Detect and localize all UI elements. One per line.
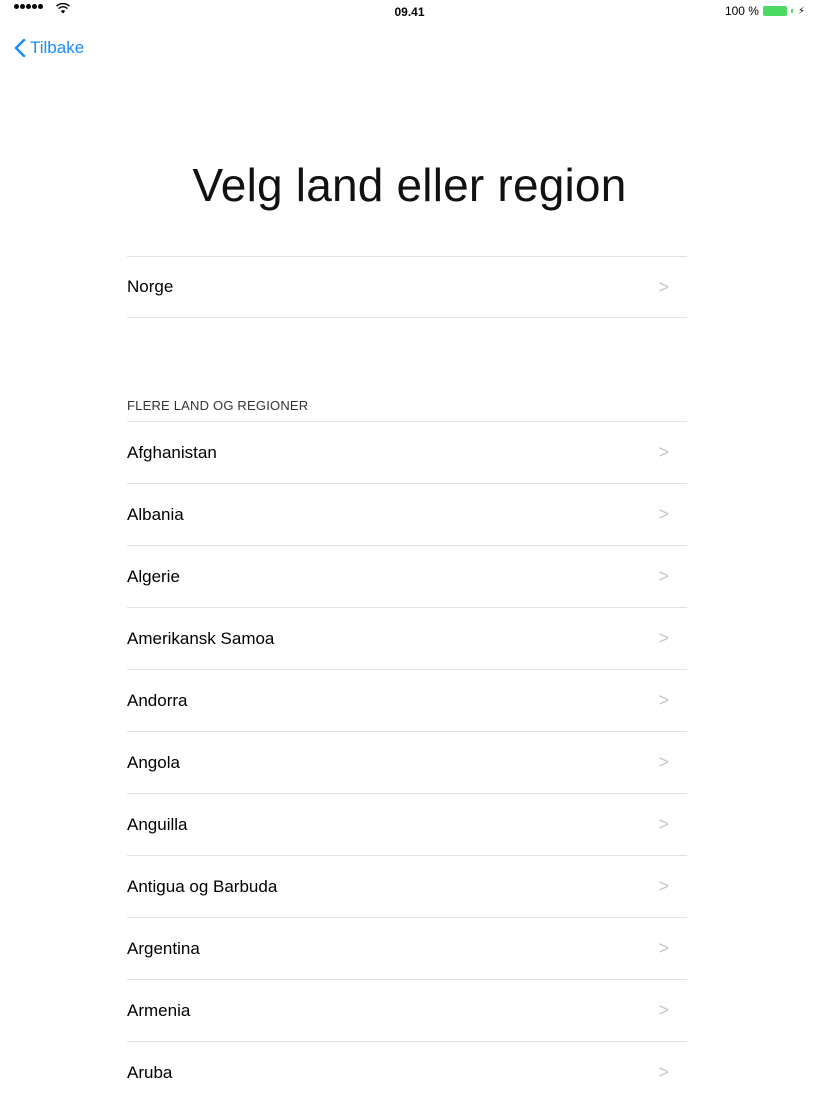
chevron-right-icon: >	[658, 1062, 669, 1082]
list-item[interactable]: Albania >	[127, 483, 687, 545]
back-label: Tilbake	[30, 38, 85, 57]
charging-bolt-icon: ⚡	[797, 5, 805, 17]
list-item-label: Norge	[127, 277, 174, 296]
current-region-list: Norge >	[127, 256, 687, 318]
list-item-label: Algerie	[127, 566, 180, 586]
list-item-label: Anguilla	[127, 814, 188, 834]
back-button[interactable]: Tilbake	[14, 38, 84, 58]
list-item[interactable]: Aruba >	[127, 1041, 687, 1103]
list-item-label: Andorra	[127, 690, 188, 710]
section-header: FLERE LAND OG REGIONER	[127, 398, 309, 413]
list-item-label: Argentina	[127, 938, 200, 958]
list-item-label: Aruba	[127, 1062, 173, 1082]
list-item[interactable]: Amerikansk Samoa >	[127, 607, 687, 669]
list-item[interactable]: Afghanistan >	[127, 421, 687, 483]
list-item-label: Albania	[127, 504, 184, 524]
battery-tip	[790, 9, 793, 13]
list-item-label: Antigua og Barbuda	[127, 876, 278, 896]
chevron-right-icon: >	[658, 504, 669, 524]
country-list: Afghanistan > Albania > Algerie > Amerikans…	[127, 421, 687, 1103]
list-item-label: Armenia	[127, 1000, 191, 1020]
list-item-label: Angola	[127, 752, 180, 772]
chevron-left-icon	[14, 39, 26, 57]
list-item[interactable]: Anguilla >	[127, 793, 687, 855]
chevron-right-icon: >	[658, 814, 669, 834]
list-item[interactable]: Armenia >	[127, 979, 687, 1041]
list-item[interactable]: Angola >	[127, 731, 687, 793]
battery-indicator: 100 % ⚡	[725, 4, 805, 18]
chevron-right-icon: >	[658, 690, 669, 710]
chevron-right-icon: >	[658, 876, 669, 896]
status-bar: 09.41 100 % ⚡	[0, 0, 819, 26]
list-item-norge[interactable]: Norge >	[127, 256, 687, 318]
chevron-right-icon: >	[658, 442, 669, 462]
chevron-right-icon: >	[658, 566, 669, 586]
list-item[interactable]: Algerie >	[127, 545, 687, 607]
list-item[interactable]: Argentina >	[127, 917, 687, 979]
list-item[interactable]: Andorra >	[127, 669, 687, 731]
chevron-right-icon: >	[658, 752, 669, 772]
page-title: Velg land eller region	[192, 159, 627, 211]
list-item-label: Afghanistan	[127, 442, 217, 462]
chevron-right-icon: >	[658, 628, 669, 648]
status-time: 09.41	[394, 5, 425, 19]
battery-percent: 100 %	[724, 4, 759, 18]
list-item[interactable]: Antigua og Barbuda >	[127, 855, 687, 917]
battery-icon	[762, 6, 787, 16]
list-item-label: Amerikansk Samoa	[127, 628, 275, 648]
chevron-right-icon: >	[658, 276, 669, 297]
chevron-right-icon: >	[658, 938, 669, 958]
chevron-right-icon: >	[658, 1000, 669, 1020]
